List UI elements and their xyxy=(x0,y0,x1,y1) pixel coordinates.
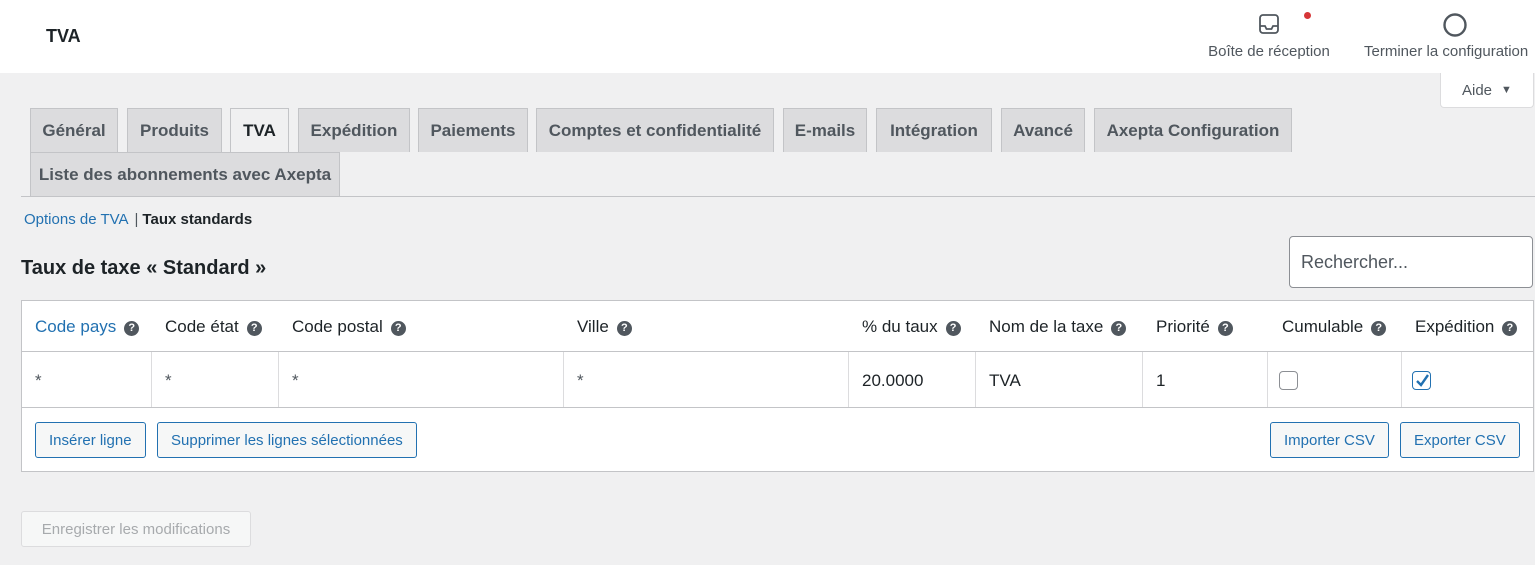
tab-axepta-subscriptions[interactable]: Liste des abonnements avec Axepta xyxy=(30,152,340,196)
settings-tabs: Général Produits TVA Expédition Paiement… xyxy=(21,108,1535,197)
section-title: Taux de taxe « Standard » xyxy=(21,257,267,279)
column-tax-name: Nom de la taxe? xyxy=(989,317,1127,337)
sub-navigation: Options de TVA | Taux standards xyxy=(24,211,252,228)
insert-row-button[interactable]: Insérer ligne xyxy=(35,422,146,458)
shipping-cell xyxy=(1402,352,1535,407)
help-icon[interactable]: ? xyxy=(1217,321,1233,336)
tax-rates-table: Code pays? Code état? Code postal? Ville… xyxy=(21,300,1534,472)
state-code-cell[interactable]: * xyxy=(152,352,279,407)
tab-products[interactable]: Produits xyxy=(127,108,222,152)
caret-down-icon: ▼ xyxy=(1501,84,1512,96)
progress-ring-icon xyxy=(1442,12,1535,38)
help-icon[interactable]: ? xyxy=(1502,321,1518,336)
city-cell[interactable]: * xyxy=(564,352,849,407)
column-rate: % du taux? xyxy=(862,317,961,337)
finish-setup-label: Terminer la configuration xyxy=(1364,43,1529,60)
table-row: * * * * 20.0000 TVA 1 xyxy=(22,352,1533,408)
help-icon[interactable]: ? xyxy=(246,321,262,336)
tab-tax[interactable]: TVA xyxy=(230,108,289,153)
save-changes-button[interactable]: Enregistrer les modifications xyxy=(21,511,251,547)
table-footer: Insérer ligne Supprimer les lignes sélec… xyxy=(22,408,1533,472)
column-compound: Cumulable? xyxy=(1282,317,1387,337)
search-input[interactable] xyxy=(1289,236,1533,288)
tax-name-cell[interactable]: TVA xyxy=(976,352,1143,407)
remove-selected-rows-button[interactable]: Supprimer les lignes sélectionnées xyxy=(157,422,417,458)
inbox-label: Boîte de réception xyxy=(1208,43,1330,60)
inbox-button[interactable]: Boîte de réception xyxy=(1200,12,1338,64)
tab-shipping[interactable]: Expédition xyxy=(298,108,410,152)
help-icon[interactable]: ? xyxy=(1371,321,1387,336)
tab-general[interactable]: Général xyxy=(30,108,118,152)
help-tab-button[interactable]: Aide ▼ xyxy=(1440,73,1534,108)
import-csv-button[interactable]: Importer CSV xyxy=(1270,422,1389,458)
inbox-icon xyxy=(1200,12,1338,38)
top-bar: TVA Boîte de réception Terminer la confi… xyxy=(0,0,1535,73)
column-priority: Priorité? xyxy=(1156,317,1233,337)
column-country-code[interactable]: Code pays? xyxy=(35,317,140,337)
column-state-code: Code état? xyxy=(165,317,262,337)
help-icon[interactable]: ? xyxy=(124,321,140,336)
help-icon[interactable]: ? xyxy=(390,321,406,336)
tab-emails[interactable]: E-mails xyxy=(783,108,867,152)
rate-cell[interactable]: 20.0000 xyxy=(849,352,976,407)
tab-integration[interactable]: Intégration xyxy=(876,108,992,152)
tab-accounts-privacy[interactable]: Comptes et confidentialité xyxy=(536,108,774,152)
checkmark-icon xyxy=(1416,374,1429,387)
help-icon[interactable]: ? xyxy=(616,321,632,336)
standard-rates-current: Taux standards xyxy=(142,211,253,228)
compound-cell xyxy=(1268,352,1402,407)
finish-setup-button[interactable]: Terminer la configuration xyxy=(1364,12,1535,64)
country-code-cell[interactable]: * xyxy=(22,352,152,407)
postcode-cell[interactable]: * xyxy=(279,352,564,407)
table-header: Code pays? Code état? Code postal? Ville… xyxy=(22,301,1533,352)
tax-options-link[interactable]: Options de TVA xyxy=(24,211,129,228)
notification-dot xyxy=(1304,12,1311,19)
priority-cell[interactable]: 1 xyxy=(1143,352,1268,407)
page-title: TVA xyxy=(46,26,81,46)
compound-checkbox[interactable] xyxy=(1279,371,1298,390)
column-postcode: Code postal? xyxy=(292,317,406,337)
tab-axepta-configuration[interactable]: Axepta Configuration xyxy=(1094,108,1292,152)
column-shipping: Expédition? xyxy=(1415,317,1518,337)
tab-payments[interactable]: Paiements xyxy=(418,108,528,152)
help-label: Aide xyxy=(1462,82,1493,99)
column-city: Ville? xyxy=(577,317,632,337)
help-icon[interactable]: ? xyxy=(1111,321,1127,336)
subnav-separator: | xyxy=(134,211,139,228)
tab-advanced[interactable]: Avancé xyxy=(1001,108,1085,152)
shipping-checkbox[interactable] xyxy=(1412,371,1431,390)
export-csv-button[interactable]: Exporter CSV xyxy=(1400,422,1520,458)
help-icon[interactable]: ? xyxy=(945,321,961,336)
